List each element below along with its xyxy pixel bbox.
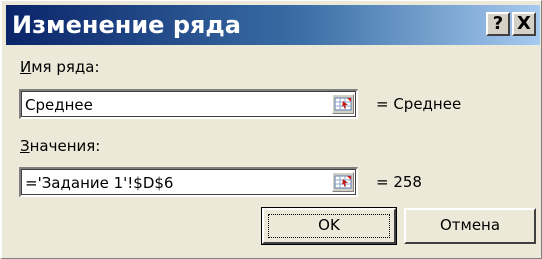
series-values-value: ='Задание 1'!$D$6: [25, 174, 174, 192]
ok-button-label: OK: [318, 216, 340, 234]
series-name-range-button[interactable]: [332, 94, 354, 114]
help-button[interactable]: ?: [486, 12, 510, 36]
ok-button[interactable]: OK: [261, 207, 397, 245]
cancel-button-label: Отмена: [439, 216, 501, 234]
series-values-result: = 258: [376, 173, 422, 191]
range-select-icon: [334, 97, 352, 111]
series-name-input[interactable]: Среднее: [19, 89, 358, 119]
series-values-label: Значения:: [20, 137, 100, 155]
edit-series-dialog: Изменение ряда ? X Имя ряда: Среднее = С…: [0, 0, 542, 259]
series-name-label-accelerator: И: [20, 58, 32, 76]
close-icon: X: [517, 13, 531, 34]
series-values-input[interactable]: ='Задание 1'!$D$6: [19, 167, 358, 197]
dialog-title: Изменение ряда: [12, 11, 241, 39]
series-values-range-button[interactable]: [332, 172, 354, 192]
series-name-value: Среднее: [25, 96, 93, 114]
range-select-icon: [334, 175, 352, 189]
series-values-label-text: начения:: [29, 137, 101, 155]
series-name-label-text: мя ряда:: [31, 58, 100, 76]
help-icon: ?: [492, 13, 504, 34]
series-name-result: = Среднее: [376, 95, 462, 113]
series-values-label-accelerator: З: [20, 137, 30, 155]
cancel-button[interactable]: Отмена: [404, 208, 536, 244]
series-name-label: Имя ряда:: [20, 58, 100, 76]
title-bar[interactable]: Изменение ряда ? X: [6, 5, 540, 45]
close-button[interactable]: X: [512, 12, 536, 36]
